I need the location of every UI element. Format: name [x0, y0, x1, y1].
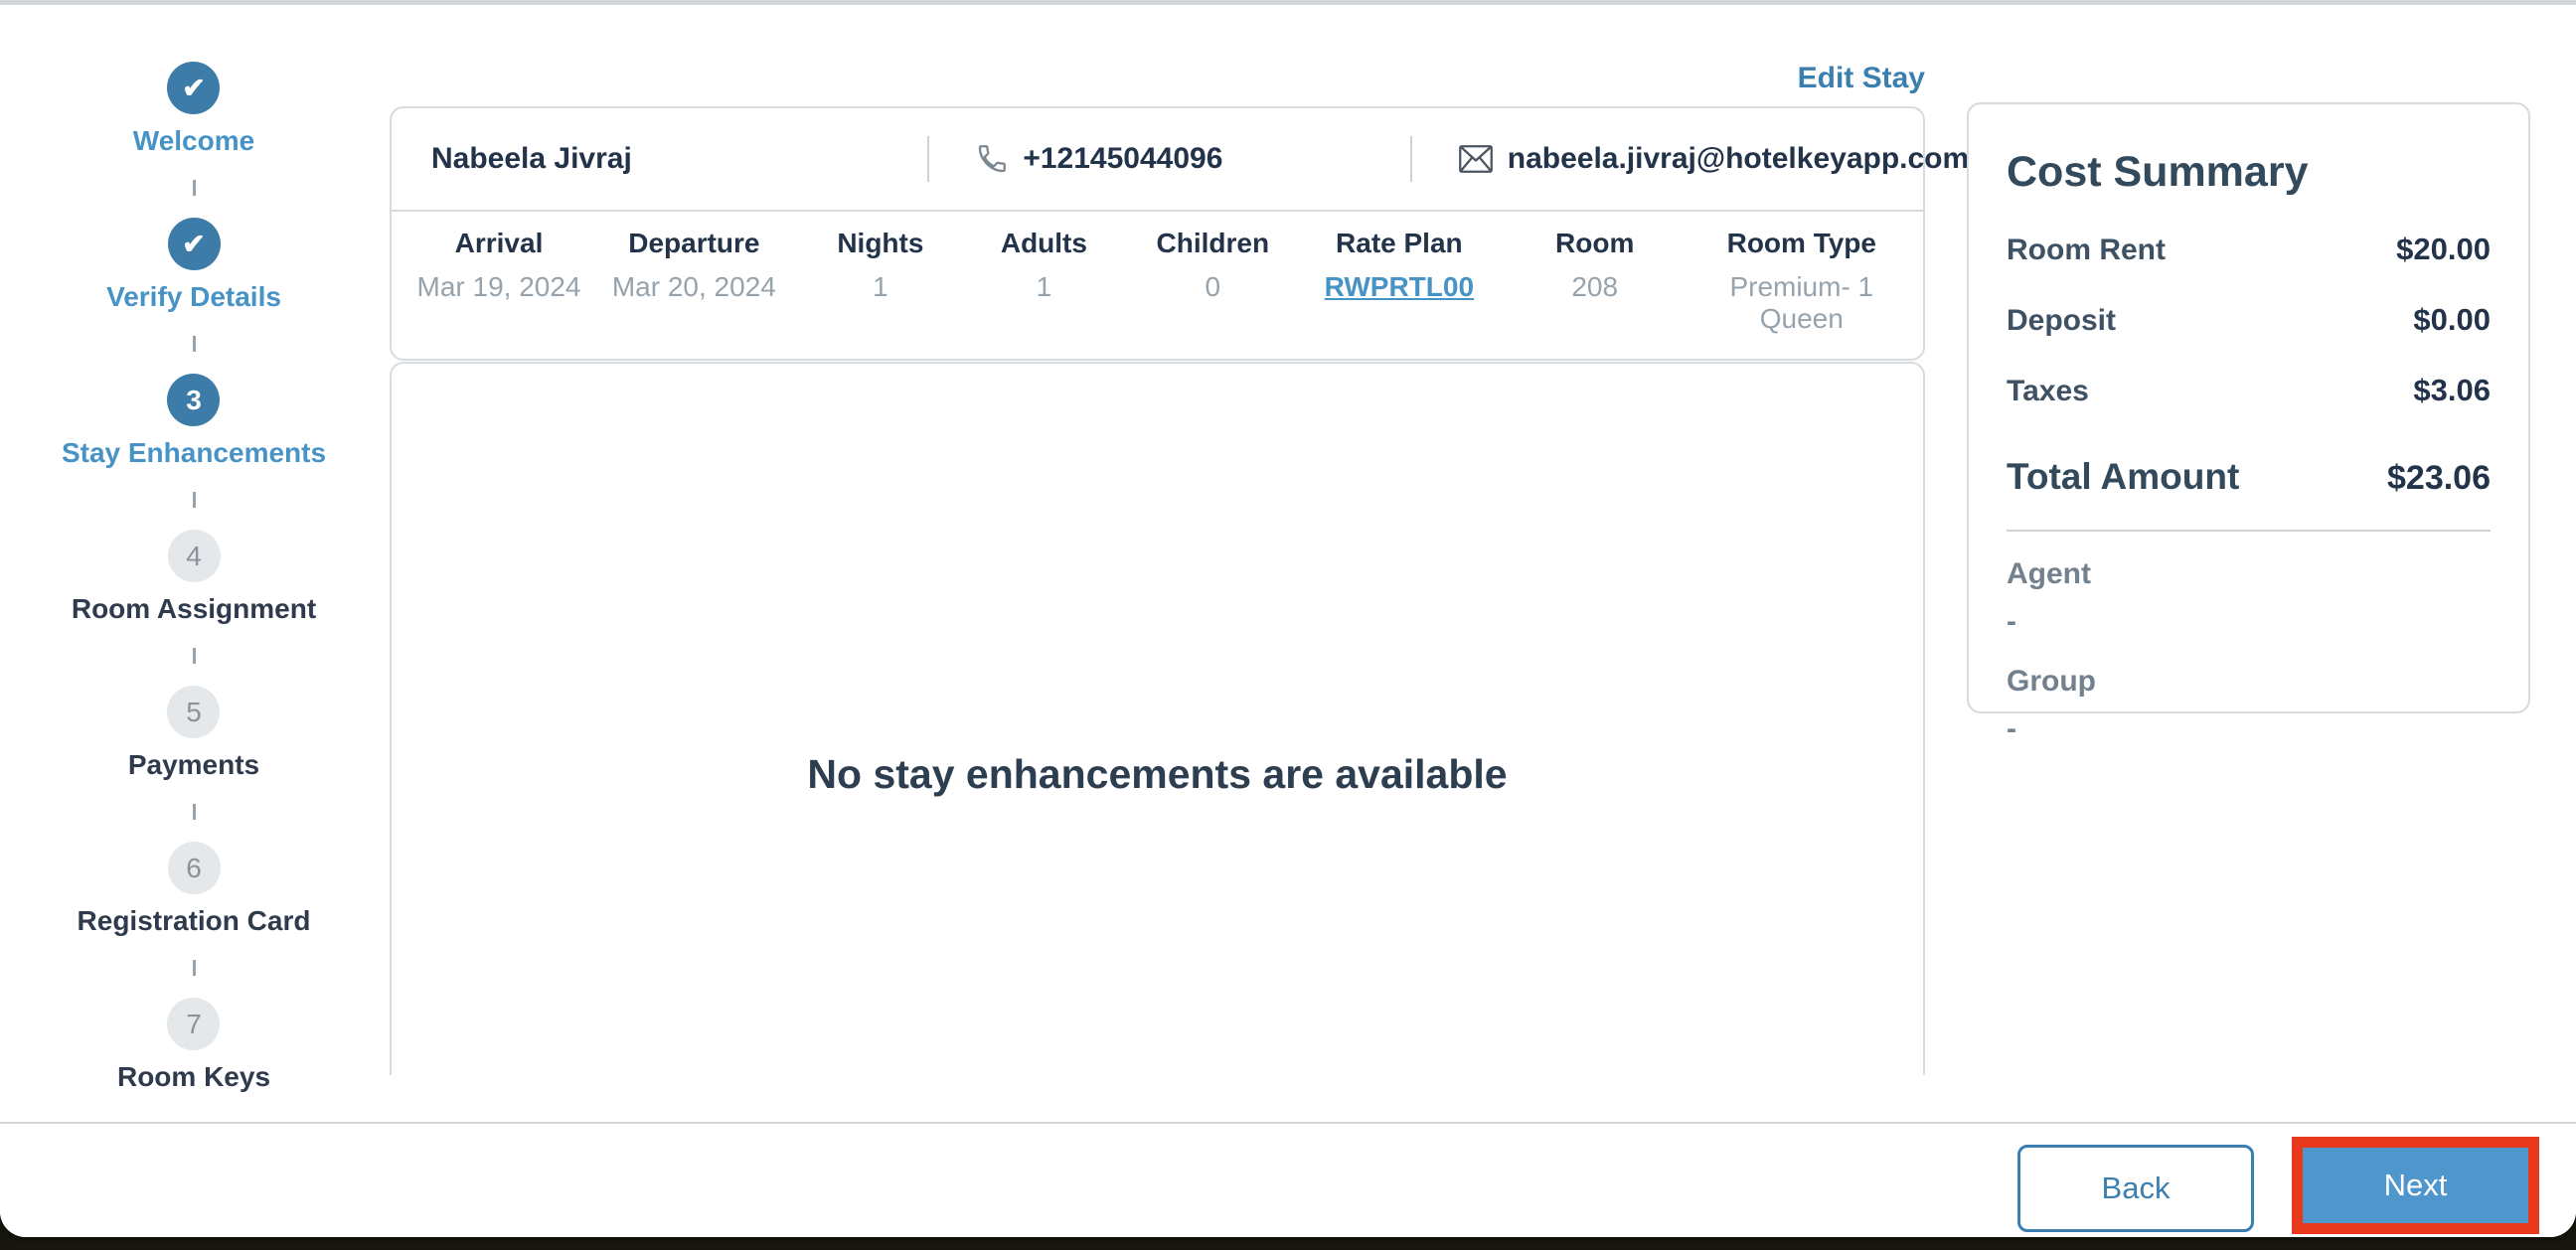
guest-name: Nabeela Jivraj — [431, 142, 632, 175]
column-header: Children — [1156, 228, 1270, 258]
cost-label: Room Rent — [2007, 234, 2166, 266]
stepper-connector — [192, 336, 196, 352]
stepper-item-registration-card[interactable]: 6 Registration Card — [77, 842, 311, 938]
stepper-connector — [192, 648, 196, 664]
stepper-item-label: Payments — [127, 749, 260, 780]
stepper-connector — [192, 180, 196, 196]
email-icon — [1458, 145, 1493, 173]
guest-phone: +12145044096 — [1023, 142, 1223, 175]
stepper-item-payments[interactable]: 5 Payments — [128, 686, 259, 782]
column-value: 0 — [1205, 271, 1221, 302]
cost-summary-card: Cost Summary Room Rent $20.00 Deposit $0… — [1967, 102, 2530, 745]
total-label: Total Amount — [2007, 456, 2240, 497]
back-button[interactable]: Back — [2017, 1145, 2254, 1232]
agent-value: - — [2007, 605, 2016, 638]
cost-row-total: Total Amount $23.06 — [2007, 456, 2491, 498]
reservation-summary-card: Nabeela Jivraj +12145044096 nabeela.jivr… — [390, 106, 1969, 361]
stay-detail-nights: Nights 1 — [796, 228, 965, 335]
column-header: Departure — [628, 228, 760, 258]
wizard-footer: Back Next — [0, 1122, 2576, 1237]
check-icon: ✔ — [167, 62, 221, 114]
stay-detail-departure: Departure Mar 20, 2024 — [592, 228, 796, 335]
column-value: 208 — [1571, 271, 1619, 302]
guest-info-row: Nabeela Jivraj +12145044096 nabeela.jivr… — [392, 108, 1969, 212]
stepper-item-room-assignment[interactable]: 4 Room Assignment — [72, 530, 316, 626]
phone-icon — [979, 145, 1007, 173]
cost-row-deposit: Deposit $0.00 — [2007, 302, 2491, 338]
stepper-item-stay-enhancements[interactable]: 3 Stay Enhancements — [62, 374, 326, 470]
column-header: Rate Plan — [1336, 228, 1463, 258]
cost-value: $20.00 — [2396, 232, 2491, 266]
column-header: Arrival — [454, 228, 544, 258]
rate-plan-link[interactable]: RWPRTL00 — [1303, 271, 1496, 303]
column-value: Premium- 1 Queen — [1729, 271, 1874, 334]
step-number-badge: 4 — [167, 530, 221, 582]
step-number-badge: 7 — [167, 998, 221, 1050]
cost-label: Taxes — [2007, 375, 2089, 407]
step-number-badge: 6 — [167, 842, 221, 894]
guest-email: nabeela.jivraj@hotelkeyapp.com — [1507, 142, 1970, 175]
checkin-stepper: ✔ Welcome ✔ Verify Details 3 Stay Enhanc… — [0, 62, 388, 1094]
cost-value: $0.00 — [2413, 302, 2491, 337]
stepper-item-room-keys[interactable]: 7 Room Keys — [117, 998, 270, 1094]
column-header: Room — [1555, 228, 1635, 258]
group-label: Group — [2007, 665, 2096, 698]
check-icon: ✔ — [167, 218, 221, 270]
column-value: Mar 19, 2024 — [416, 271, 581, 302]
cost-summary-title: Cost Summary — [2007, 148, 2309, 196]
stay-detail-rate-plan: Rate Plan RWPRTL00 — [1303, 228, 1496, 335]
step-number-badge: 5 — [167, 686, 221, 738]
stay-detail-room: Room 208 — [1496, 228, 1694, 335]
stay-detail-children: Children 0 — [1123, 228, 1303, 335]
stepper-item-label: Registration Card — [77, 905, 311, 936]
cost-row-taxes: Taxes $3.06 — [2007, 373, 2491, 408]
next-button[interactable]: Next — [2303, 1148, 2528, 1223]
stay-detail-room-type: Room Type Premium- 1 Queen — [1694, 228, 1909, 335]
stepper-item-label: Room Assignment — [71, 593, 317, 624]
column-value: 1 — [873, 271, 888, 302]
column-value: 1 — [1036, 271, 1052, 302]
stay-details-row: Arrival Mar 19, 2024 Departure Mar 20, 2… — [392, 212, 1923, 359]
cost-summary-divider — [2007, 530, 2491, 532]
group-block: Group - — [2007, 665, 2491, 746]
stepper-item-label: Welcome — [132, 125, 255, 156]
column-header: Nights — [837, 228, 924, 258]
stay-detail-arrival: Arrival Mar 19, 2024 — [405, 228, 592, 335]
column-header: Adults — [1000, 228, 1087, 258]
cost-label: Deposit — [2007, 304, 2117, 337]
total-value: $23.06 — [2387, 459, 2491, 497]
stay-detail-adults: Adults 1 — [965, 228, 1123, 335]
guest-phone-section: +12145044096 — [927, 108, 1409, 210]
guest-email-section: nabeela.jivraj@hotelkeyapp.com — [1410, 108, 1969, 210]
guest-name-section: Nabeela Jivraj — [392, 108, 927, 210]
step-number-badge: 3 — [167, 374, 221, 426]
stepper-item-verify-details[interactable]: ✔ Verify Details — [106, 218, 281, 314]
stepper-connector — [192, 960, 196, 976]
column-header: Room Type — [1726, 228, 1876, 258]
column-value: Mar 20, 2024 — [611, 271, 776, 302]
agent-label: Agent — [2007, 557, 2091, 590]
group-value: - — [2007, 712, 2016, 745]
edit-stay-link[interactable]: Edit Stay — [390, 62, 1925, 95]
app-window: ✔ Welcome ✔ Verify Details 3 Stay Enhanc… — [0, 0, 2576, 1237]
stepper-item-label: Room Keys — [116, 1061, 271, 1092]
cost-row-room-rent: Room Rent $20.00 — [2007, 232, 2491, 267]
cost-value: $3.06 — [2413, 373, 2491, 407]
next-button-highlight-box: Next — [2292, 1137, 2539, 1234]
stepper-item-welcome[interactable]: ✔ Welcome — [133, 62, 254, 158]
empty-state-message: No stay enhancements are available — [807, 751, 1508, 797]
window-top-strip — [0, 0, 2576, 5]
stepper-item-label: Verify Details — [106, 281, 281, 312]
stepper-connector — [192, 804, 196, 820]
stepper-item-label: Stay Enhancements — [61, 437, 327, 468]
agent-block: Agent - — [2007, 557, 2491, 639]
stepper-connector — [192, 492, 196, 508]
stay-enhancements-panel: No stay enhancements are available — [390, 362, 1925, 1075]
